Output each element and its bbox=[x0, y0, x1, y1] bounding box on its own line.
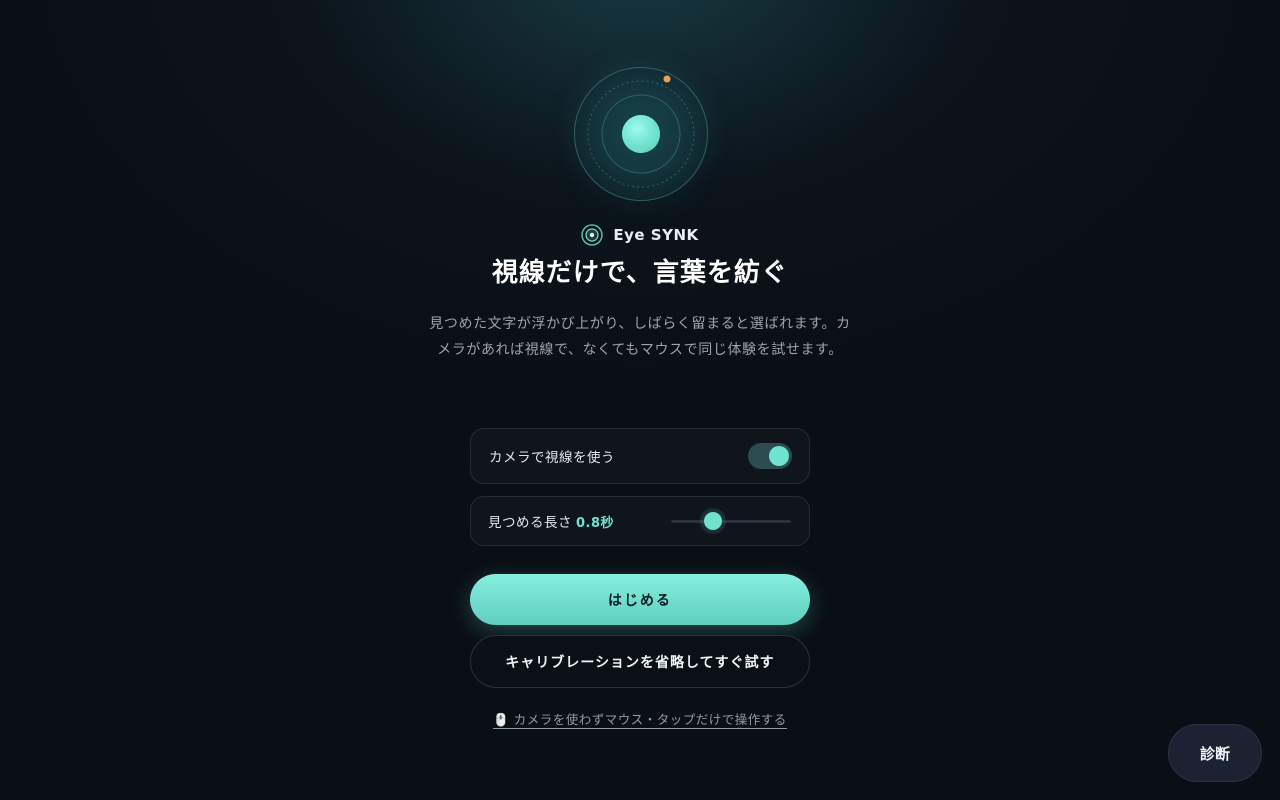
diagnostics-button[interactable]: 診断 bbox=[1168, 724, 1262, 782]
dwell-label-text: 見つめる長さ bbox=[488, 515, 572, 531]
dwell-slider[interactable] bbox=[671, 509, 791, 533]
dwell-setting-label: 見つめる長さ 0.8秒 bbox=[488, 511, 614, 531]
page-description: 見つめた文字が浮かび上がり、しばらく留まると選ばれます。カメラがあれば視線で、な… bbox=[429, 316, 851, 358]
gaze-orb-icon bbox=[574, 67, 708, 201]
dwell-slider-track bbox=[671, 520, 791, 523]
skip-calibration-button[interactable]: キャリブレーションを省略してすぐ試す bbox=[470, 635, 810, 688]
eye-logo-icon bbox=[581, 224, 604, 246]
dwell-setting-card: 見つめる長さ 0.8秒 bbox=[470, 496, 810, 546]
start-button[interactable]: はじめる bbox=[470, 574, 810, 625]
camera-setting-card: カメラで視線を使う bbox=[470, 428, 810, 484]
mouse-only-link[interactable]: 🖱️ カメラを使わずマウス・タップだけで操作する bbox=[493, 712, 787, 729]
dwell-slider-thumb[interactable] bbox=[704, 512, 722, 530]
camera-toggle[interactable] bbox=[748, 443, 792, 469]
mouse-only-row: 🖱️ カメラを使わずマウス・タップだけで操作する bbox=[0, 709, 1280, 729]
brand: Eye SYNK bbox=[0, 224, 1280, 246]
camera-toggle-knob bbox=[769, 446, 789, 466]
camera-setting-label: カメラで視線を使う bbox=[489, 450, 615, 466]
onboarding-page: Eye SYNK 視線だけで、言葉を紡ぐ 見つめた文字が浮かび上がり、しばらく留… bbox=[0, 0, 1280, 800]
page-title: 視線だけで、言葉を紡ぐ bbox=[492, 258, 788, 288]
brand-name: Eye SYNK bbox=[613, 226, 699, 244]
dwell-value: 0.8秒 bbox=[576, 516, 615, 531]
